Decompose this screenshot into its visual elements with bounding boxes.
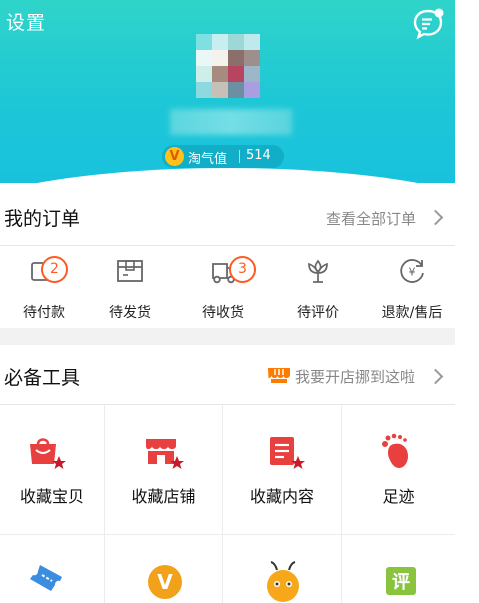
divider (0, 245, 455, 246)
order-pending-shipment[interactable]: 待发货 (86, 256, 174, 326)
order-label: 待付款 (23, 305, 65, 321)
order-label: 待收货 (202, 305, 244, 321)
taoqi-value-badge[interactable]: V 淘气值 514 (162, 145, 284, 168)
chevron-right-icon (427, 209, 444, 226)
package-icon (117, 260, 143, 282)
favorite-shop-icon (146, 439, 184, 469)
tool-favorite-items[interactable]: 收藏宝贝 (0, 405, 104, 535)
order-pending-receipt[interactable]: 3 待收货 (179, 256, 267, 326)
header-curve (0, 168, 455, 183)
bee-icon (267, 561, 299, 602)
orders-title: 我的订单 (4, 208, 81, 230)
section-gap (0, 328, 455, 345)
svg-text:评: 评 (392, 572, 410, 593)
nickname-blurred (170, 109, 292, 135)
review-icon: 评 (386, 567, 416, 595)
tool-label: 收藏店铺 (131, 487, 196, 506)
profile-header: 设置 V 淘气值 514 (0, 0, 455, 183)
v-badge-icon: V (148, 565, 182, 599)
taoqi-label: 淘气值 (188, 152, 228, 167)
tool-coupons[interactable] (0, 535, 104, 603)
tool-label: 收藏宝贝 (19, 487, 84, 506)
order-badge: 3 (229, 256, 256, 283)
tool-bee[interactable] (223, 535, 341, 603)
flower-icon (308, 259, 328, 283)
tool-favorite-content[interactable]: 收藏内容 (223, 405, 341, 535)
screen-margin (455, 0, 479, 603)
tool-reviews[interactable]: 评 (342, 535, 455, 603)
svg-text:¥: ¥ (409, 266, 416, 279)
message-icon[interactable] (411, 7, 445, 41)
tool-label: 足迹 (382, 487, 415, 506)
order-refund[interactable]: ¥ 退款/售后 (368, 256, 455, 326)
order-label: 待评价 (297, 305, 339, 321)
favorite-content-icon (270, 437, 305, 469)
order-pending-payment[interactable]: 2 待付款 (0, 256, 88, 326)
tool-label: 收藏内容 (249, 487, 314, 506)
settings-link[interactable]: 设置 (6, 8, 46, 35)
taoqi-divider (239, 150, 240, 163)
order-pending-review[interactable]: 待评价 (274, 256, 362, 326)
order-label: 待发货 (109, 305, 151, 321)
taoqi-v-icon: V (165, 147, 184, 166)
open-shop-promo-link[interactable]: 我要开店挪到这啦 (295, 366, 415, 387)
svg-text:V: V (157, 570, 173, 594)
order-label: 退款/售后 (381, 305, 443, 321)
taoqi-number: 514 (246, 148, 271, 163)
ticket-icon (30, 565, 62, 591)
footprint-icon (382, 433, 408, 468)
tool-v-task[interactable]: V (105, 535, 222, 603)
favorite-bag-icon (30, 438, 66, 469)
shop-icon (268, 368, 290, 383)
avatar[interactable] (196, 34, 260, 98)
tool-favorite-shops[interactable]: 收藏店铺 (105, 405, 222, 535)
refund-icon: ¥ (400, 259, 424, 283)
view-all-orders-link[interactable]: 查看全部订单 (326, 208, 416, 229)
chevron-right-icon (427, 368, 444, 385)
tools-title: 必备工具 (4, 367, 81, 389)
settings-page: 设置 V 淘气值 514 我的订单 查看全部订单 2 待付款 待发货 3 待收货… (0, 0, 455, 603)
tool-footprint[interactable]: 足迹 (342, 405, 455, 535)
order-badge: 2 (41, 256, 68, 283)
